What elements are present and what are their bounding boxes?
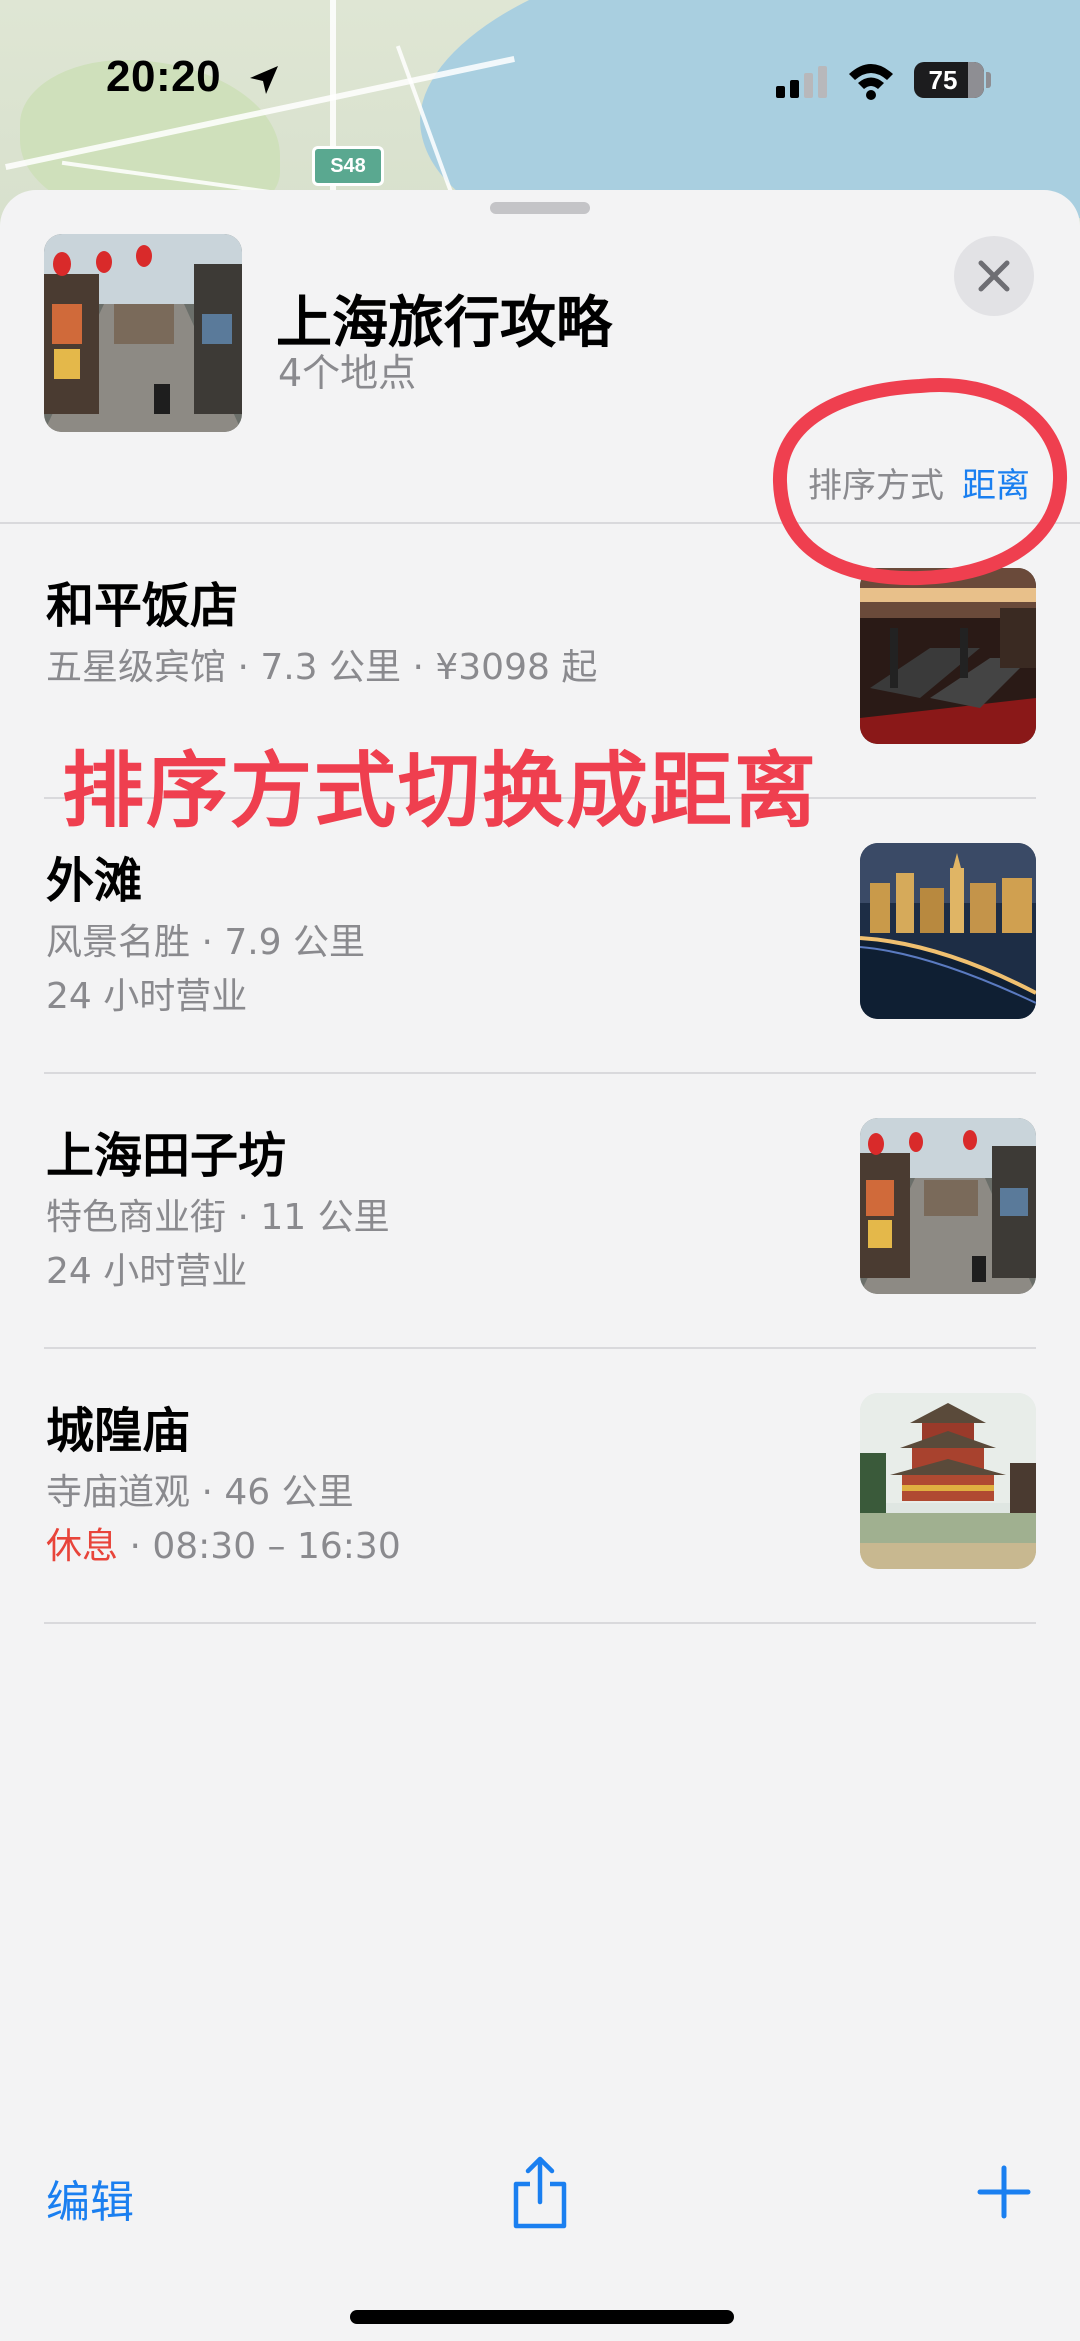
place-thumbnail	[860, 1393, 1036, 1569]
place-thumbnail	[860, 1118, 1036, 1294]
place-name: 上海田子坊	[46, 1128, 287, 1184]
status-time: 20:20	[106, 52, 222, 101]
location-arrow-icon	[250, 66, 278, 94]
sheet-grabber[interactable]	[490, 202, 590, 214]
place-row-city-god-temple[interactable]: 城隍庙 寺庙道观 · 46 公里 休息 · 08:30 – 16:30	[44, 1349, 1036, 1624]
place-name: 外滩	[46, 853, 143, 909]
status-bar: 20:20 75	[0, 0, 1080, 150]
wifi-icon	[849, 64, 893, 100]
share-icon[interactable]	[508, 2154, 572, 2230]
place-meta: 寺庙道观 · 46 公里	[46, 1472, 354, 1513]
place-name: 城隍庙	[46, 1403, 191, 1459]
place-list: 和平饭店 五星级宾馆 · 7.3 公里 · ¥3098 起 外滩 风景名胜 ·	[0, 524, 1080, 1624]
place-hours: 24 小时营业	[46, 976, 248, 1017]
place-meta: 风景名胜 · 7.9 公里	[46, 922, 366, 963]
guide-place-count: 4个地点	[278, 351, 417, 395]
battery-empty-portion	[968, 62, 984, 98]
place-hours-row: 休息 · 08:30 – 16:30	[46, 1517, 401, 1569]
battery-indicator: 75	[914, 62, 984, 98]
home-indicator[interactable]	[350, 2310, 734, 2324]
edit-button[interactable]: 编辑	[46, 2166, 134, 2230]
road-shield-label: S48	[312, 146, 384, 186]
place-status-closed: 休息	[46, 1526, 119, 1567]
place-meta: 特色商业街 · 11 公里	[46, 1197, 390, 1238]
place-meta: 五星级宾馆 · 7.3 公里 · ¥3098 起	[46, 647, 598, 688]
place-row-tianzifang[interactable]: 上海田子坊 特色商业街 · 11 公里 24 小时营业	[44, 1074, 1036, 1349]
annotation-circle-mark	[772, 378, 1068, 586]
bottom-toolbar: 编辑	[0, 2126, 1080, 2341]
place-name: 和平饭店	[46, 578, 239, 634]
battery-tip	[986, 72, 991, 88]
close-icon	[978, 260, 1010, 292]
annotation-text: 排序方式切换成距离	[62, 744, 819, 839]
place-hours: · 08:30 – 16:30	[118, 1526, 401, 1567]
battery-percentage: 75	[928, 65, 958, 95]
close-button[interactable]	[954, 236, 1034, 316]
place-hours: 24 小时营业	[46, 1251, 248, 1292]
cellular-signal-icon	[776, 66, 827, 98]
place-thumbnail	[860, 843, 1036, 1019]
add-icon[interactable]	[976, 2164, 1032, 2220]
guide-cover-image	[44, 234, 242, 432]
